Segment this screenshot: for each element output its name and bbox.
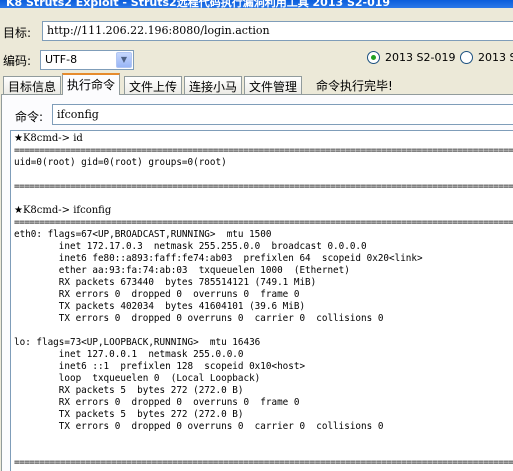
output-line: TX packets 5 bytes 272 (272.0 B) <box>14 409 244 420</box>
tab-file-upload[interactable]: 文件上传 <box>124 76 183 94</box>
output-separator: ========================================… <box>14 181 513 192</box>
output-separator: ========================================… <box>14 217 513 228</box>
encoding-label: 编码: <box>3 54 32 68</box>
command-input[interactable]: ifconfig <box>52 104 513 125</box>
output-id-result: uid=0(root) gid=0(root) groups=0(root) <box>14 157 227 168</box>
output-line: RX errors 0 dropped 0 overruns 0 frame 0 <box>14 289 300 300</box>
output-line: loop txqueuelen 0 (Local Loopback) <box>14 373 261 384</box>
output-line: eth0: flags=67<UP,BROADCAST,RUNNING> mtu… <box>14 229 272 240</box>
encoding-select[interactable]: UTF-8 ▼ <box>40 50 134 70</box>
output-separator: ========================================… <box>14 457 513 468</box>
output-line: RX packets 5 bytes 272 (272.0 B) <box>14 385 244 396</box>
output-line: RX errors 0 dropped 0 overruns 0 frame 0 <box>14 397 300 408</box>
output-blank <box>14 169 513 181</box>
output-line: TX packets 402034 bytes 41604101 (39.6 M… <box>14 301 306 312</box>
command-status: 命令执行完毕! <box>316 79 393 93</box>
output-line: inet 172.17.0.3 netmask 255.255.0.0 broa… <box>14 241 367 252</box>
output-blank <box>14 193 513 205</box>
radio-unchecked-icon[interactable] <box>460 51 473 64</box>
output-separator: ========================================… <box>14 145 513 156</box>
target-url-input[interactable]: http://111.206.22.196:8080/login.action <box>42 21 513 41</box>
tab-file-manager[interactable]: 文件管理 <box>244 76 303 94</box>
command-label: 命令: <box>15 110 44 124</box>
output-blank <box>14 433 513 445</box>
command-output[interactable]: ★K8cmd-> id ============================… <box>10 130 513 471</box>
tab-target-info[interactable]: 目标信息 <box>3 76 62 94</box>
output-line: inet 127.0.0.1 netmask 255.0.0.0 <box>14 349 244 360</box>
window-titlebar: K8 Struts2 Exploit - Struts2远程代码执行漏洞利用工具… <box>0 0 513 8</box>
output-blank <box>14 325 513 337</box>
output-line: ether aa:93:fa:74:ab:03 txqueuelen 1000 … <box>14 265 350 276</box>
output-line: inet6 fe80::a893:faff:fe74:ab03 prefixle… <box>14 253 423 264</box>
output-line: inet6 ::1 prefixlen 128 scopeid 0x10<hos… <box>14 361 306 372</box>
chevron-down-icon[interactable]: ▼ <box>116 52 132 68</box>
tab-execute-command[interactable]: 执行命令 <box>62 73 121 95</box>
radio-s-other-label: 2013 S <box>478 51 513 64</box>
radio-s2-019[interactable]: 2013 S2-019 <box>367 51 455 64</box>
output-blank <box>14 445 513 457</box>
radio-s-other[interactable]: 2013 S <box>460 51 513 64</box>
output-line: TX errors 0 dropped 0 overruns 0 carrier… <box>14 421 384 432</box>
output-prompt-ifconfig: ★K8cmd-> ifconfig <box>14 205 112 216</box>
radio-checked-icon[interactable] <box>367 51 380 64</box>
tab-connect-shell[interactable]: 连接小马 <box>184 76 243 94</box>
encoding-value: UTF-8 <box>45 53 78 66</box>
output-line: TX errors 0 dropped 0 overruns 0 carrier… <box>14 313 384 324</box>
output-prompt-id: ★K8cmd-> id <box>14 133 83 144</box>
output-line: lo: flags=73<UP,LOOPBACK,RUNNING> mtu 16… <box>14 337 261 348</box>
target-label: 目标: <box>3 26 32 40</box>
window-title: K8 Struts2 Exploit - Struts2远程代码执行漏洞利用工具… <box>6 0 391 8</box>
radio-s2-019-label: 2013 S2-019 <box>385 51 456 64</box>
output-line: RX packets 673440 bytes 785514121 (749.1… <box>14 277 317 288</box>
